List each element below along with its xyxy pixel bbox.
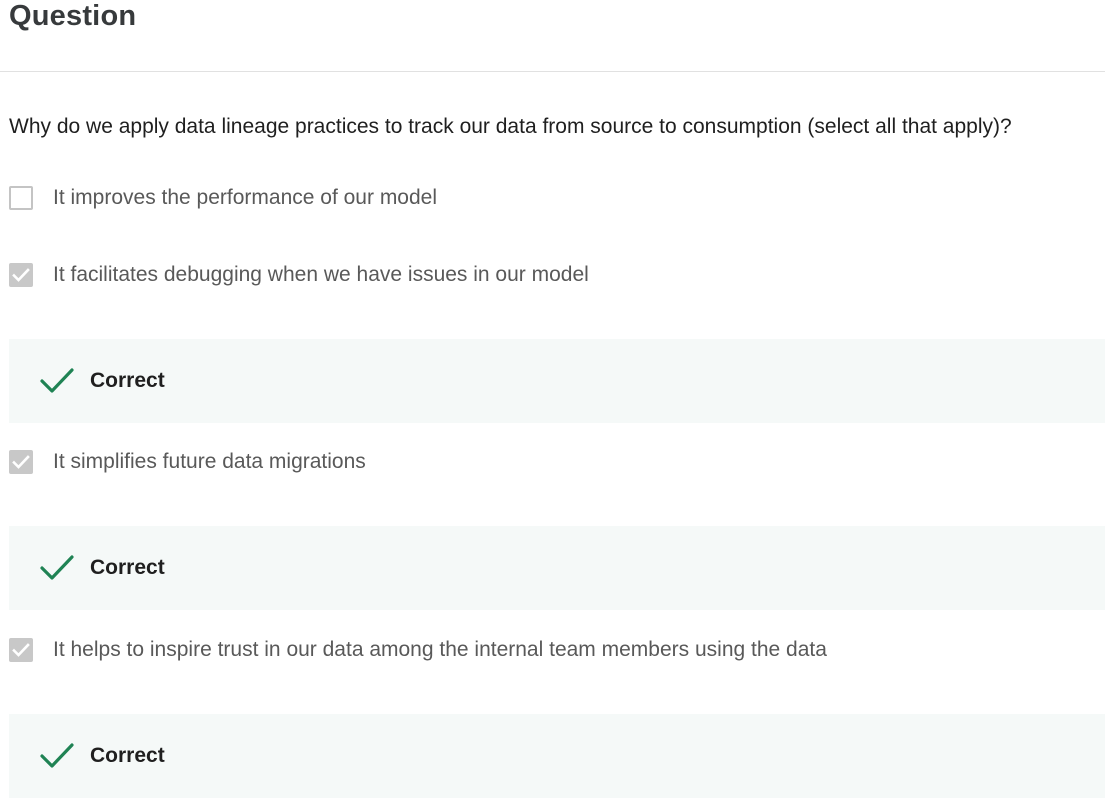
checkmark-icon [12,455,30,469]
feedback-correct: Correct [9,339,1105,423]
checkmark-icon [12,268,30,282]
checkbox-checked-icon[interactable] [9,638,33,662]
feedback-correct: Correct [9,714,1105,798]
feedback-label: Correct [90,369,165,392]
feedback-label: Correct [90,556,165,579]
option-3[interactable]: It simplifies future data migrations [9,447,366,477]
checkmark-icon [40,741,76,771]
checkbox-empty-icon[interactable] [9,186,33,210]
option-label: It simplifies future data migrations [53,450,366,473]
checkmark-icon [40,366,76,396]
option-1[interactable]: It improves the performance of our model [9,183,437,213]
question-heading: Question [9,0,137,32]
option-4[interactable]: It helps to inspire trust in our data am… [9,635,827,665]
option-label: It helps to inspire trust in our data am… [53,638,827,661]
checkmark-icon [12,643,30,657]
option-label: It facilitates debugging when we have is… [53,263,589,286]
feedback-correct: Correct [9,526,1105,610]
header-divider [0,71,1105,72]
checkbox-checked-icon[interactable] [9,450,33,474]
checkmark-icon [40,553,76,583]
feedback-label: Correct [90,744,165,767]
question-prompt: Why do we apply data lineage practices t… [9,115,1012,138]
option-label: It improves the performance of our model [53,186,438,209]
checkbox-checked-icon[interactable] [9,263,33,287]
option-2[interactable]: It facilitates debugging when we have is… [9,260,589,290]
